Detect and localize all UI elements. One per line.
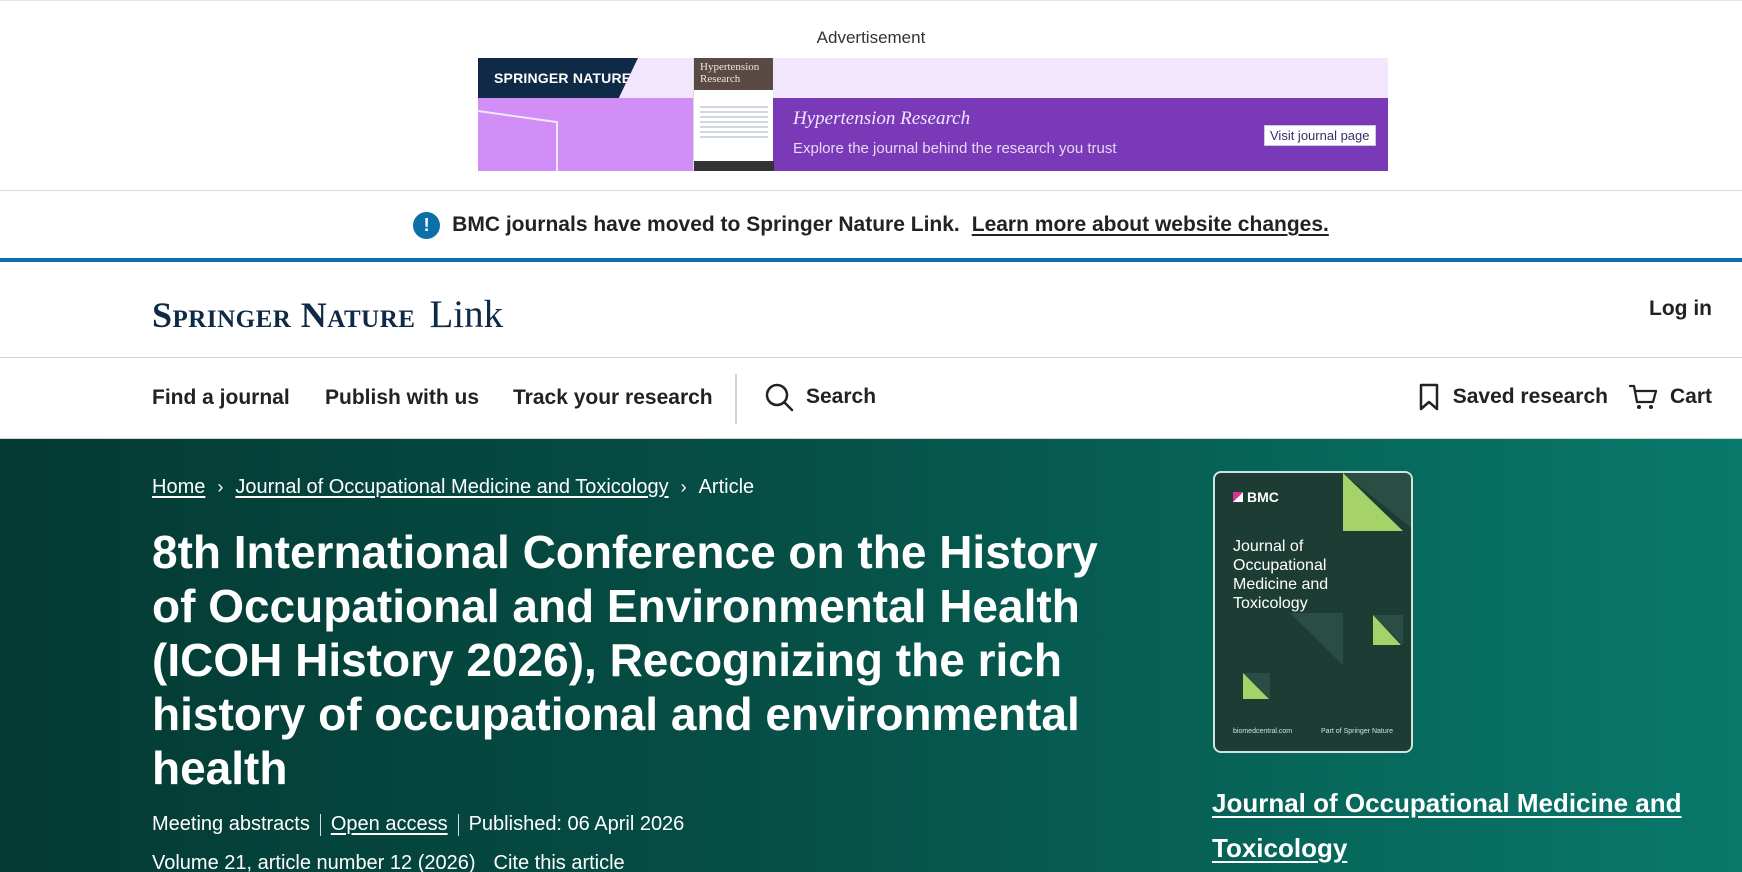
ad-journal-cover: Hypertension Research	[693, 58, 774, 171]
breadcrumb-journal[interactable]: Journal of Occupational Medicine and Tox…	[235, 476, 668, 499]
nav-find-journal[interactable]: Find a journal	[152, 386, 290, 410]
chevron-right-icon: ›	[680, 477, 687, 497]
advertisement-area: Advertisement SPRINGER NATURE Hypertensi…	[0, 0, 1742, 191]
article-hero: Home › Journal of Occupational Medicine …	[0, 439, 1742, 872]
published-date: Published: 06 April 2026	[468, 813, 685, 835]
search-label: Search	[806, 385, 877, 408]
cover-decor-shapes	[1243, 473, 1411, 699]
article-volume-row: Volume 21, article number 12 (2026) Cite…	[152, 852, 625, 872]
notice-content: ! BMC journals have moved to Springer Na…	[413, 211, 1329, 239]
article-volume: Volume 21, article number 12 (2026)	[152, 852, 476, 872]
cover-part-of: Part of Springer Nature	[1321, 728, 1393, 735]
nav-right: Saved research Cart	[1417, 382, 1712, 412]
notice-link[interactable]: Learn more about website changes.	[972, 213, 1329, 237]
ad-logo-box: SPRINGER NATURE	[478, 58, 638, 98]
ad-decor-line	[556, 121, 558, 171]
ad-visit-button[interactable]: Visit journal page	[1264, 125, 1376, 146]
site-logo[interactable]: Springer Nature Link	[152, 292, 503, 337]
ad-cover-text-lines	[700, 106, 768, 140]
article-meta: Meeting abstracts Open access Published:…	[152, 813, 684, 836]
logo-link-word: Link	[429, 293, 504, 336]
notice-bar: ! BMC journals have moved to Springer Na…	[0, 192, 1742, 262]
cart-label: Cart	[1669, 385, 1712, 408]
ad-cover-footer	[694, 161, 774, 171]
main-nav: Find a journal Publish with us Track you…	[0, 358, 1742, 439]
meta-divider	[319, 813, 321, 836]
ad-banner[interactable]: SPRINGER NATURE Hypertension Research Hy…	[478, 58, 1388, 171]
cover-brand: BMC	[1247, 489, 1279, 505]
journal-title-link[interactable]: Journal of Occupational Medicine and Tox…	[1212, 781, 1712, 871]
bookmark-icon	[1419, 383, 1438, 411]
article-title: 8th International Conference on the Hist…	[152, 526, 1098, 794]
login-link[interactable]: Log in	[1649, 297, 1712, 321]
saved-research-link[interactable]: Saved research	[1417, 382, 1608, 412]
nav-publish[interactable]: Publish with us	[325, 386, 479, 410]
article-type: Meeting abstracts	[152, 813, 310, 835]
logo-brand-name: Springer Nature	[152, 295, 416, 335]
open-access-link[interactable]: Open access	[331, 813, 448, 836]
bmc-mark-icon	[1233, 492, 1243, 502]
breadcrumb: Home › Journal of Occupational Medicine …	[152, 476, 754, 499]
cover-bmc-logo: BMC	[1233, 489, 1279, 505]
nav-divider	[735, 374, 737, 424]
meta-divider	[457, 813, 459, 836]
breadcrumb-home[interactable]: Home	[152, 476, 205, 499]
ad-subtitle: Explore the journal behind the research …	[793, 140, 1117, 157]
journal-cover[interactable]: BMC Journal of Occupational Medicine and…	[1213, 471, 1413, 753]
breadcrumb-current: Article	[698, 476, 755, 498]
cart-link[interactable]: Cart	[1628, 382, 1712, 412]
nav-track-research[interactable]: Track your research	[513, 386, 713, 410]
cart-icon	[1628, 384, 1658, 409]
ad-brand-logo: SPRINGER NATURE	[494, 70, 632, 86]
ad-title: Hypertension Research	[793, 108, 971, 129]
chevron-right-icon: ›	[217, 477, 224, 497]
cover-title: Journal of Occupational Medicine and Tox…	[1233, 538, 1329, 612]
notice-text: BMC journals have moved to Springer Natu…	[452, 213, 960, 236]
search-icon	[765, 383, 794, 412]
ad-label: Advertisement	[816, 28, 926, 47]
ad-cover-title: Hypertension Research	[694, 58, 773, 90]
ad-left-panel	[478, 98, 693, 171]
cover-site: biomedcentral.com	[1233, 728, 1293, 735]
info-icon: !	[413, 211, 441, 239]
nav-search[interactable]: Search	[764, 382, 876, 412]
site-header: Springer Nature Link Log in	[0, 266, 1742, 358]
cite-article-link[interactable]: Cite this article	[494, 852, 625, 872]
saved-research-label: Saved research	[1452, 385, 1608, 408]
